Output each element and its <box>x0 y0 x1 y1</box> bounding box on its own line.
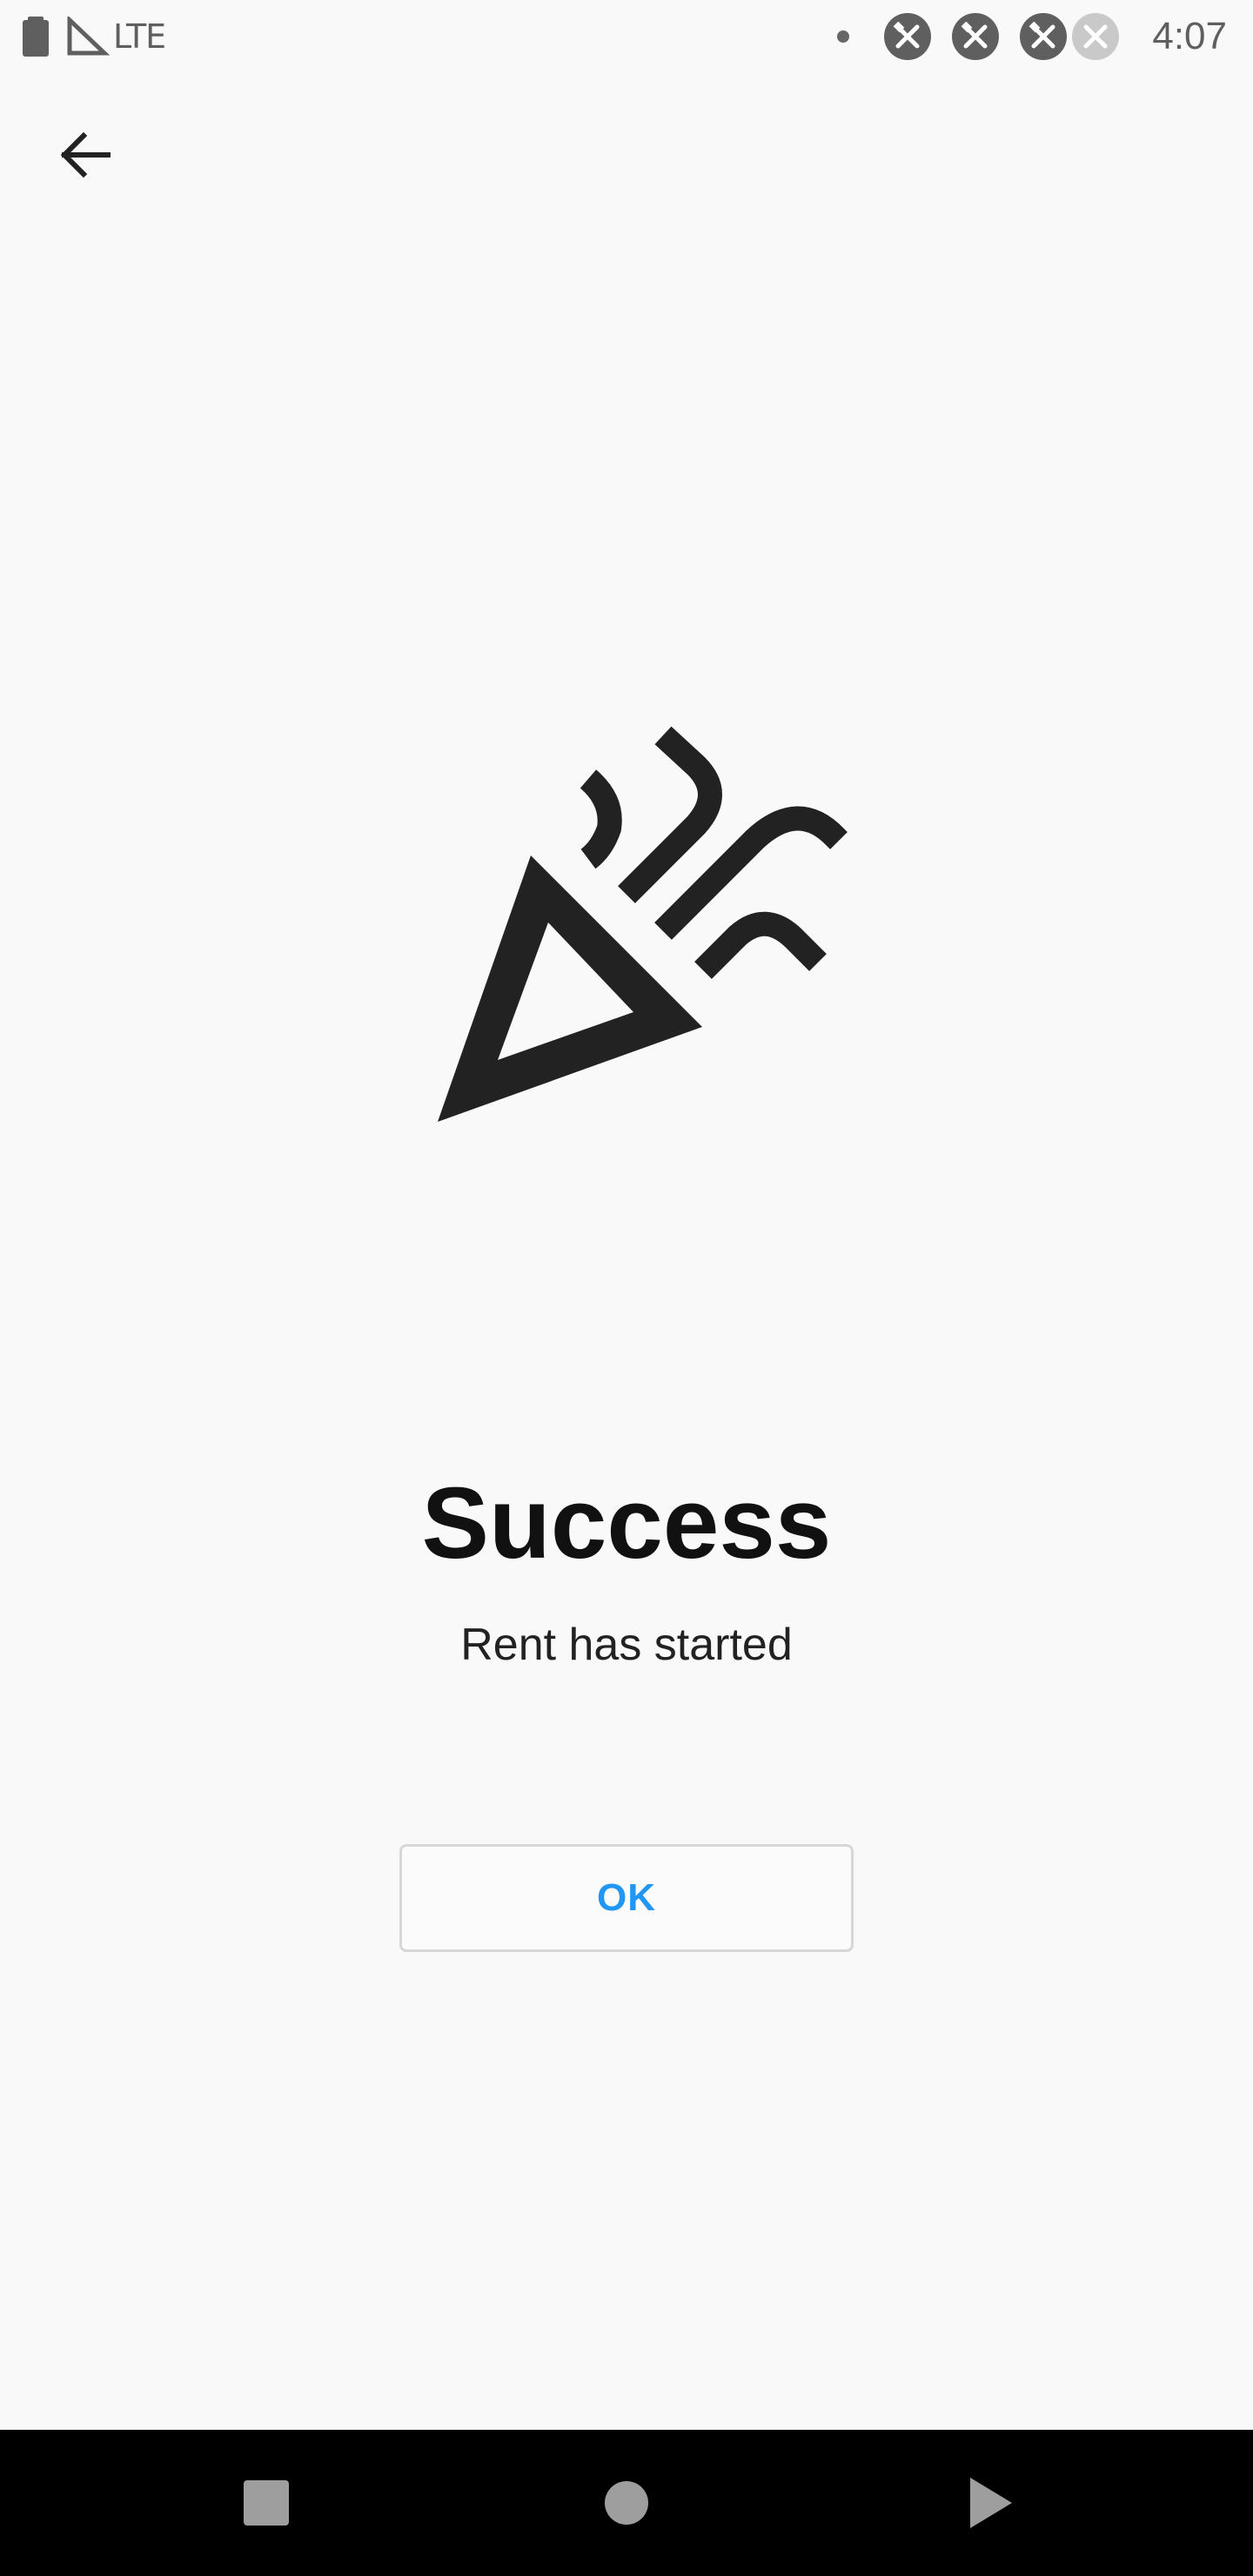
system-nav-bar <box>0 2430 1253 2576</box>
battery-icon <box>23 17 49 57</box>
recent-apps-icon <box>244 2480 289 2526</box>
party-popper-icon <box>438 726 848 1122</box>
success-message: Rent has started <box>460 1620 793 1670</box>
notification-dot <box>837 30 850 43</box>
network-type: LTE <box>113 17 166 56</box>
status-left: LTE <box>23 16 166 57</box>
signal-icon <box>67 17 110 56</box>
tools-notification-icon-faded <box>1072 13 1120 60</box>
status-time: 4:07 <box>1152 15 1227 57</box>
back-triangle-icon <box>970 2478 1012 2528</box>
back-button[interactable] <box>44 113 127 197</box>
nav-back-button[interactable] <box>921 2430 1060 2576</box>
ok-button-label: OK <box>597 1876 656 1919</box>
tools-notification-icon <box>884 13 932 60</box>
success-title: Success <box>421 1466 832 1580</box>
tools-notification-icon <box>952 13 1000 60</box>
status-right: 4:07 <box>837 12 1227 61</box>
ok-button[interactable]: OK <box>399 1844 854 1952</box>
recent-apps-button[interactable] <box>197 2430 336 2576</box>
home-button[interactable] <box>557 2430 696 2576</box>
arrow-left-icon <box>60 132 111 178</box>
status-bar: LTE 4:07 <box>0 0 1253 73</box>
tools-notification-icon <box>1020 13 1068 60</box>
home-icon <box>605 2481 648 2525</box>
